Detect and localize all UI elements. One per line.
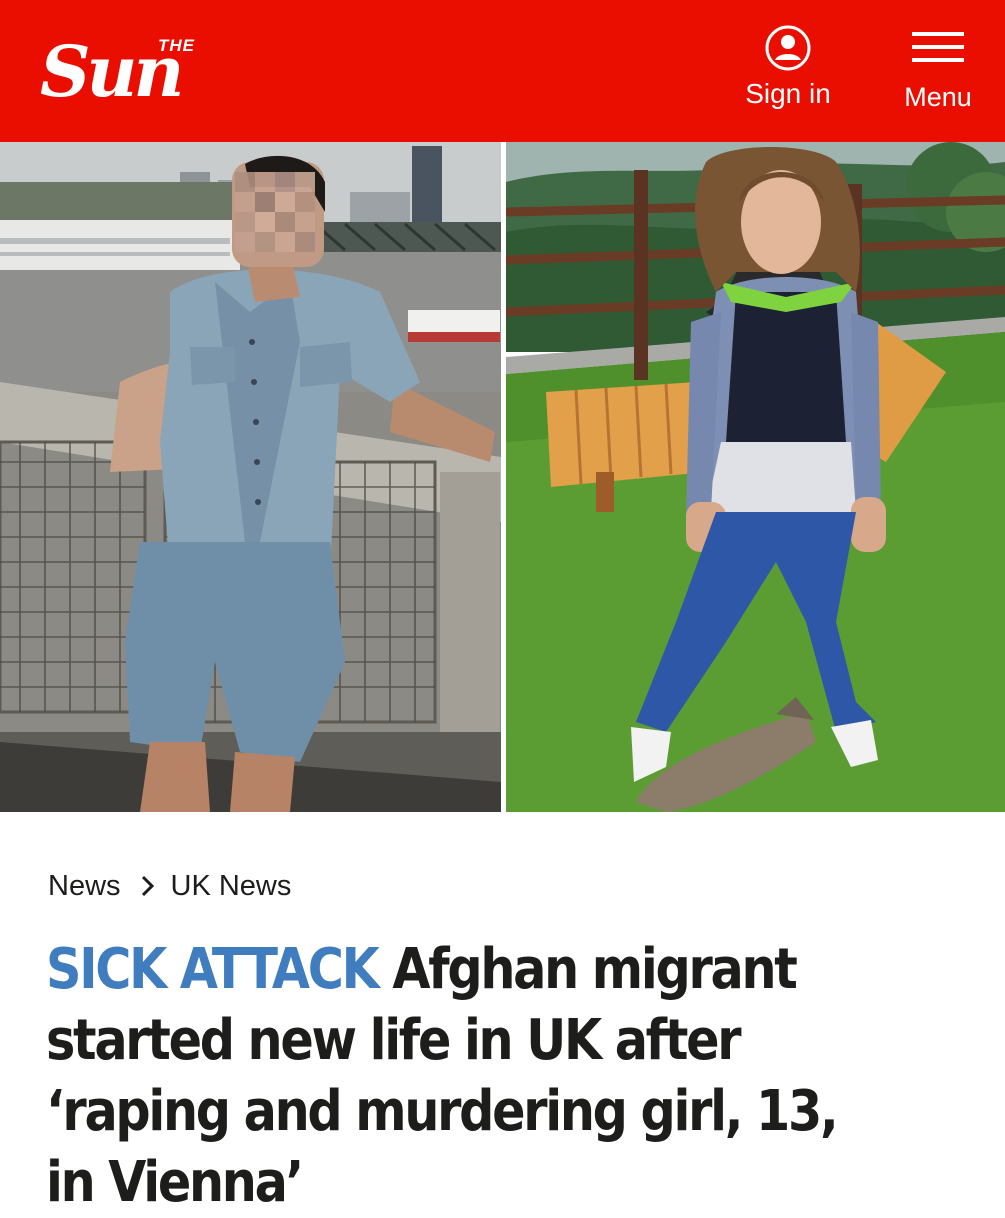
headline-kicker: SICK ATTACK: [46, 937, 380, 1002]
breadcrumb-item-news[interactable]: News: [48, 870, 121, 903]
girl-on-grass-with-cat-photo[interactable]: [506, 142, 1005, 812]
man-by-river-railing-photo[interactable]: [0, 142, 501, 812]
breadcrumb-item-uk-news[interactable]: UK News: [171, 870, 292, 903]
article-hero-images: [0, 142, 1005, 812]
article-headline: SICK ATTACK Afghan migrant started new l…: [46, 934, 864, 1218]
menu-label: Menu: [904, 82, 972, 112]
menu-button[interactable]: Menu: [898, 30, 978, 124]
chevron-right-icon: [141, 875, 155, 897]
hamburger-icon: [912, 32, 964, 62]
the-sun-logo[interactable]: Sun THE: [40, 28, 255, 112]
user-icon: [765, 25, 811, 71]
sign-in-button[interactable]: Sign in: [742, 24, 834, 124]
logo-the: THE: [158, 36, 195, 55]
site-header: Sun THE Sign in Menu: [0, 0, 1005, 142]
sign-in-label: Sign in: [745, 78, 831, 109]
breadcrumb: News UK News: [48, 866, 291, 906]
